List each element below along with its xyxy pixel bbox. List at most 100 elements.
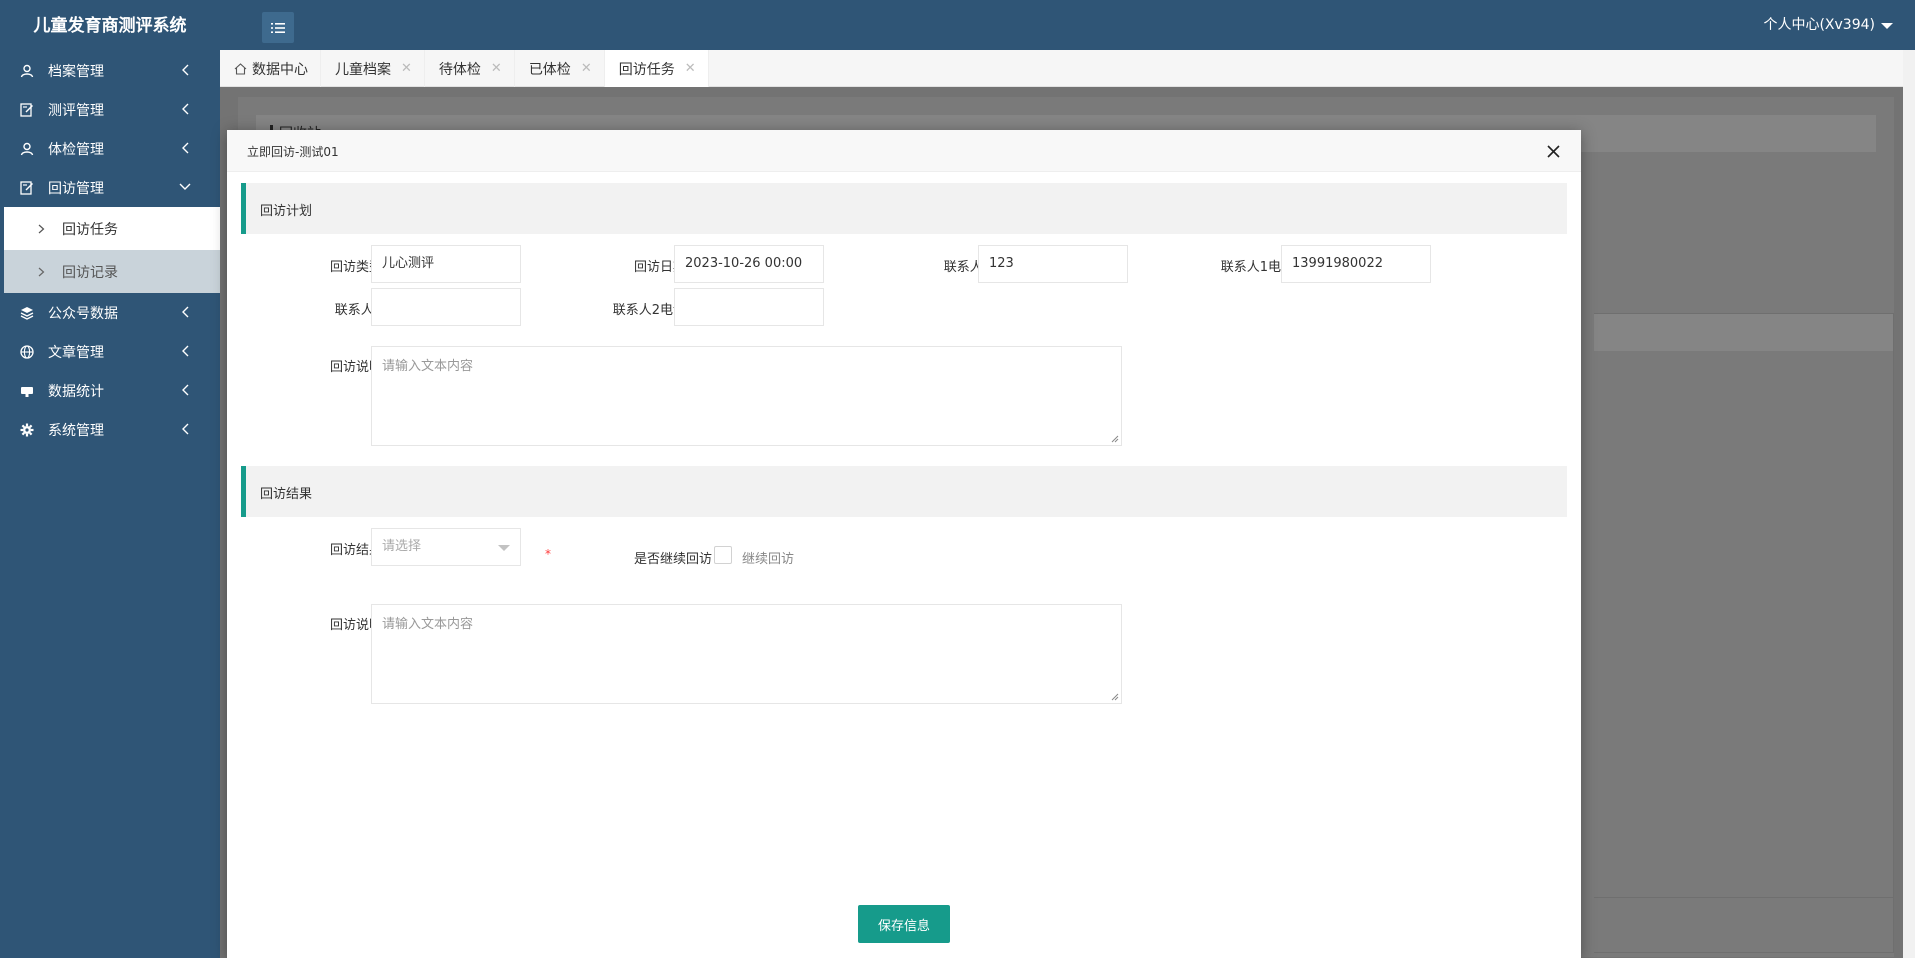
sidebar-item-physical-exam[interactable]: 体检管理	[0, 129, 220, 168]
sidebar-item-articles[interactable]: 文章管理	[0, 332, 220, 371]
sidebar-item-label: 系统管理	[48, 422, 104, 439]
sidebar-item-wechat-data[interactable]: 公众号数据	[0, 293, 220, 332]
gear-icon	[20, 423, 34, 437]
contact2-label: 联系人2	[334, 303, 382, 318]
menu-list-icon	[271, 22, 285, 33]
sidebar-item-label: 公众号数据	[48, 305, 118, 322]
chevron-right-icon	[38, 267, 48, 277]
contact1-phone-label: 联系人1电话	[1220, 260, 1294, 275]
globe-icon	[20, 344, 34, 359]
tab-label: 数据中心	[252, 61, 308, 78]
chevron-left-icon	[178, 383, 192, 397]
result-select-placeholder: 请选择	[382, 539, 422, 554]
contact2-field[interactable]	[371, 288, 521, 326]
plan-desc-label: 回访说明	[329, 360, 382, 375]
result-desc-label: 回访说明	[329, 618, 382, 633]
section-followup-plan: 回访计划	[241, 183, 1567, 234]
sidebar-subitem-label: 回访记录	[62, 264, 118, 281]
sidebar-item-label: 文章管理	[48, 344, 104, 361]
continue-followup-checkbox[interactable]	[714, 546, 732, 564]
modal-header: 立即回访-测试01	[227, 130, 1581, 172]
close-icon[interactable]: ✕	[491, 61, 502, 76]
plan-desc-textarea[interactable]: 请输入文本内容	[371, 346, 1122, 446]
sidebar-item-label: 体检管理	[48, 141, 104, 158]
user-menu-label: 个人中心(Xv394)	[1763, 17, 1875, 33]
continue-followup-label: 是否继续回访	[633, 552, 712, 567]
chevron-right-icon	[38, 224, 48, 234]
contact2-phone-label: 联系人2电话	[612, 303, 686, 318]
sidebar-item-label: 档案管理	[48, 63, 104, 80]
chevron-left-icon	[178, 422, 192, 436]
caret-down-icon	[498, 545, 510, 551]
save-button[interactable]: 保存信息	[858, 905, 950, 943]
page-scrollbar[interactable]	[1903, 50, 1915, 958]
tab-label: 待体检	[438, 61, 481, 78]
edit-doc-icon	[20, 180, 34, 195]
chevron-left-icon	[178, 344, 192, 358]
tab-label: 已体检	[528, 61, 571, 78]
close-icon[interactable]: ✕	[401, 61, 412, 76]
top-header: 儿童发育商测评系统 个人中心(Xv394)	[0, 0, 1915, 50]
tab-child-archive[interactable]: 儿童档案 ✕	[321, 50, 425, 87]
visit-type-field[interactable]: 儿心测评	[371, 245, 521, 283]
sidebar-subitem-label: 回访任务	[62, 221, 118, 238]
sidebar: 档案管理 测评管理 体检管理 回访管理 回访任务 回访记录 公众号数据 文章管理…	[0, 50, 220, 958]
section-title: 回访结果	[260, 487, 313, 502]
required-mark: *	[545, 547, 551, 561]
app-title: 儿童发育商测评系统	[33, 16, 187, 36]
resize-grip-icon[interactable]	[1111, 435, 1119, 443]
tab-label: 儿童档案	[335, 61, 391, 78]
tab-label: 回访任务	[618, 61, 675, 78]
chevron-down-icon	[178, 180, 192, 194]
visit-type-label: 回访类型	[329, 260, 382, 275]
close-icon[interactable]: ✕	[685, 61, 696, 76]
home-icon	[234, 62, 247, 75]
tab-completed-exam[interactable]: 已体检 ✕	[515, 50, 605, 87]
user-menu[interactable]: 个人中心(Xv394)	[1763, 0, 1893, 50]
sidebar-item-assessment[interactable]: 测评管理	[0, 90, 220, 129]
sidebar-item-archive[interactable]: 档案管理	[0, 51, 220, 90]
monitor-icon	[20, 384, 34, 398]
close-button[interactable]	[1543, 141, 1563, 161]
result-label: 回访结果	[329, 543, 382, 558]
caret-down-icon	[1881, 23, 1893, 29]
result-desc-textarea[interactable]: 请输入文本内容	[371, 604, 1122, 704]
contact1-field[interactable]: 123	[978, 245, 1128, 283]
sidebar-item-system[interactable]: 系统管理	[0, 410, 220, 449]
plan-desc-placeholder: 请输入文本内容	[382, 359, 474, 374]
visit-date-field[interactable]: 2023-10-26 00:00	[674, 245, 824, 283]
menu-toggle-button[interactable]	[262, 12, 294, 43]
chevron-left-icon	[178, 305, 192, 319]
section-followup-result: 回访结果	[241, 466, 1567, 517]
chevron-left-icon	[178, 102, 192, 116]
table-footer-line	[1594, 897, 1894, 898]
layers-icon	[20, 306, 34, 320]
sidebar-item-followup[interactable]: 回访管理	[0, 168, 220, 207]
resize-grip-icon[interactable]	[1111, 693, 1119, 701]
tab-followup-task[interactable]: 回访任务 ✕	[604, 50, 709, 87]
close-icon[interactable]: ✕	[581, 61, 592, 76]
modal-title: 立即回访-测试01	[247, 145, 339, 159]
chevron-left-icon	[178, 63, 192, 77]
sidebar-item-label: 数据统计	[48, 383, 104, 400]
sidebar-subitem-followup-task[interactable]: 回访任务	[4, 207, 220, 250]
continue-followup-checkbox-label[interactable]: 继续回访	[742, 548, 794, 567]
chevron-left-icon	[178, 141, 192, 155]
user-icon	[20, 64, 34, 78]
contact2-phone-field[interactable]	[674, 288, 824, 326]
sidebar-subitem-followup-record[interactable]: 回访记录	[4, 250, 220, 293]
contact1-phone-field[interactable]: 13991980022	[1281, 245, 1431, 283]
sidebar-item-label: 回访管理	[48, 180, 104, 197]
result-desc-placeholder: 请输入文本内容	[382, 617, 474, 632]
tab-data-center[interactable]: 数据中心	[220, 50, 321, 87]
tab-bar: 数据中心 儿童档案 ✕ 待体检 ✕ 已体检 ✕ 回访任务 ✕	[220, 50, 1915, 87]
result-select[interactable]: 请选择	[371, 528, 521, 566]
user-icon	[20, 142, 34, 156]
close-icon	[1546, 144, 1560, 158]
edit-doc-icon	[20, 102, 34, 117]
table-frame	[1594, 313, 1894, 953]
tab-pending-exam[interactable]: 待体检 ✕	[425, 50, 515, 87]
sidebar-item-label: 测评管理	[48, 102, 104, 119]
sidebar-item-statistics[interactable]: 数据统计	[0, 371, 220, 410]
section-title: 回访计划	[260, 204, 313, 219]
